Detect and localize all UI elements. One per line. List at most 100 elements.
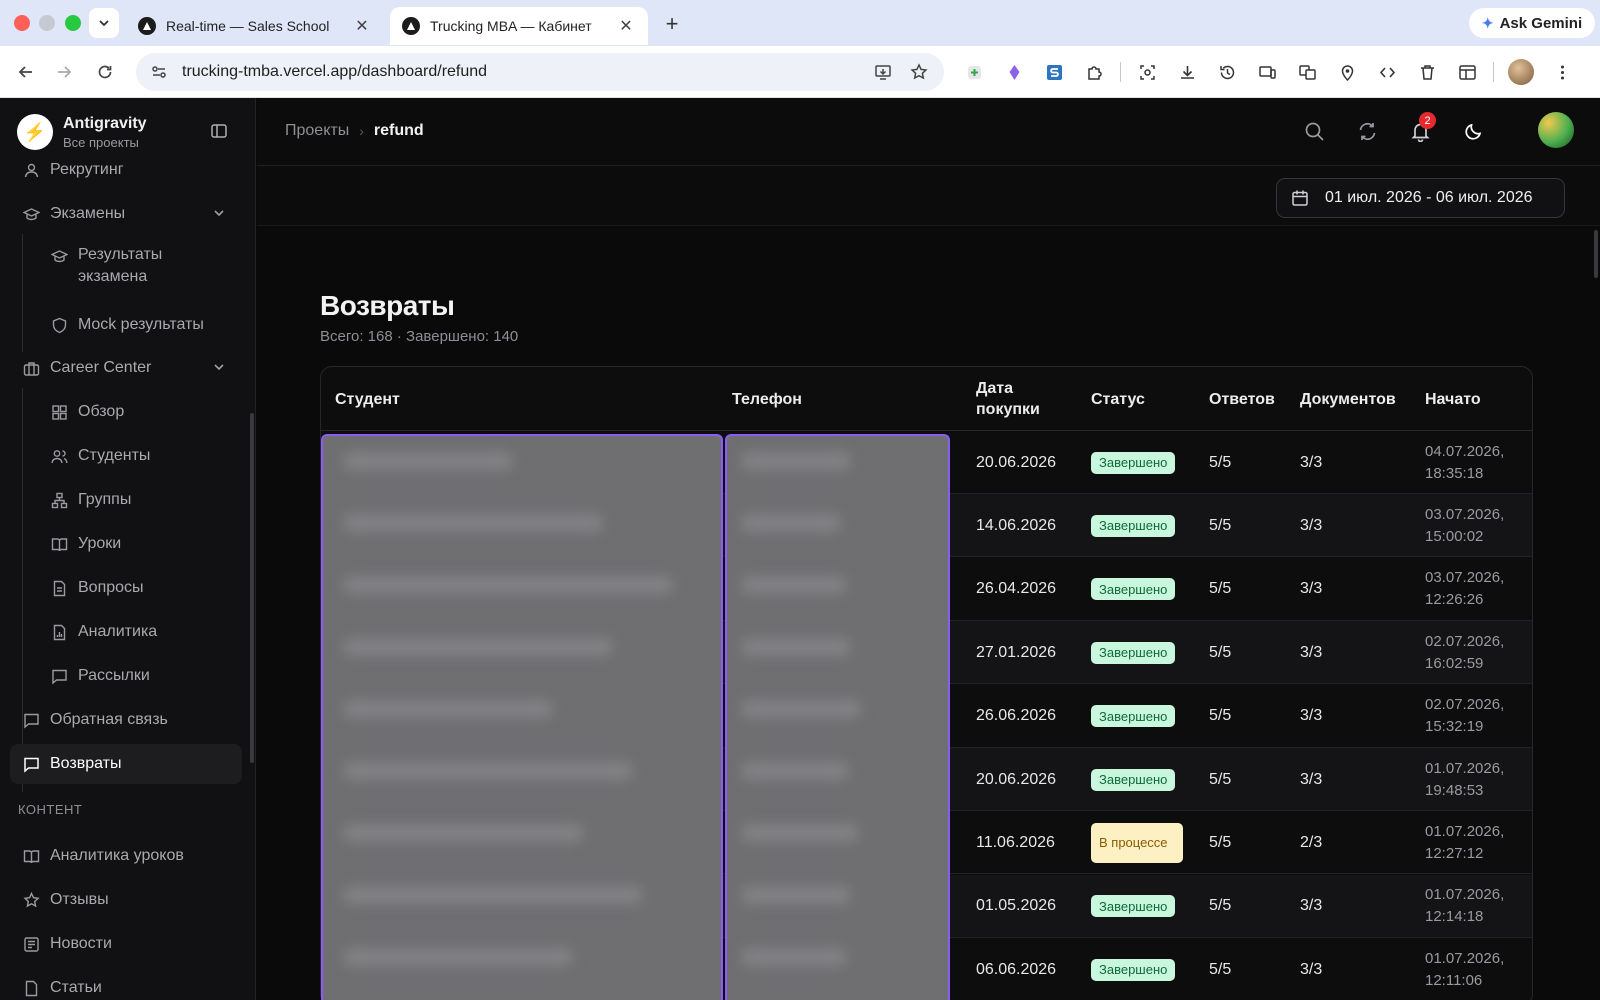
- tab-close-button[interactable]: ✕: [352, 16, 372, 36]
- sidebar-item-mock-results[interactable]: Mock результаты: [38, 305, 242, 345]
- sidebar-scrollbar[interactable]: [250, 413, 254, 763]
- side-panel-icon[interactable]: [1455, 60, 1479, 84]
- section-label-content: КОНТЕНТ: [18, 802, 83, 817]
- location-pin-icon[interactable]: [1335, 60, 1359, 84]
- sidebar-toggle-button[interactable]: [210, 122, 230, 142]
- sidebar-item-groups[interactable]: Группы: [38, 480, 242, 520]
- date-range-picker[interactable]: 01 июл. 2026 - 06 июл. 2026: [1276, 178, 1565, 218]
- sidebar-item-students[interactable]: Студенты: [38, 436, 242, 476]
- main-scrollbar[interactable]: [1594, 230, 1598, 278]
- breadcrumb-current: refund: [373, 122, 424, 139]
- minimize-window-button[interactable]: [39, 15, 55, 31]
- sidebar-item-feedback[interactable]: Обратная связь: [10, 700, 242, 740]
- documents-cell: 3/3: [1300, 770, 1323, 788]
- site-settings-icon[interactable]: [150, 63, 168, 81]
- started-date: 02.07.2026,: [1425, 632, 1505, 650]
- screenshot-icon[interactable]: [1135, 60, 1159, 84]
- sidebar-item-lesson-analytics[interactable]: Аналитика уроков: [10, 836, 242, 876]
- newspaper-icon: [22, 935, 40, 953]
- book-icon: [50, 535, 68, 553]
- answers-cell: 5/5: [1209, 707, 1232, 725]
- sidebar-item-mailings[interactable]: Рассылки: [38, 656, 242, 696]
- column-header-status[interactable]: Статус: [1091, 367, 1145, 431]
- extension-crystal-icon[interactable]: [1002, 60, 1026, 84]
- started-cell: 03.07.2026, 12:26:26: [1425, 558, 1532, 621]
- sidebar-item-recruiting[interactable]: Рекрутинг: [10, 150, 242, 190]
- column-header-student[interactable]: Студент: [335, 367, 400, 431]
- code-icon[interactable]: [1375, 60, 1399, 84]
- toolbar-divider: [1493, 62, 1494, 82]
- new-tab-button[interactable]: +: [660, 11, 684, 37]
- back-button[interactable]: [14, 60, 38, 84]
- browser-profile-avatar[interactable]: [1508, 59, 1534, 85]
- sidebar-item-news[interactable]: Новости: [10, 924, 242, 964]
- breadcrumb: Проекты › refund: [285, 122, 424, 140]
- trash-icon[interactable]: [1415, 60, 1439, 84]
- tab-trucking-mba[interactable]: Trucking MBA — Кабинет ✕: [390, 7, 648, 45]
- filter-bar: 01 июл. 2026 - 06 июл. 2026: [257, 166, 1600, 226]
- tab-close-button[interactable]: ✕: [616, 16, 636, 36]
- brand-subtitle: Все проекты: [63, 134, 139, 150]
- user-avatar[interactable]: [1538, 112, 1574, 148]
- ask-gemini-button[interactable]: ✦ Ask Gemini: [1469, 8, 1595, 38]
- answers-cell: 5/5: [1209, 770, 1232, 788]
- breadcrumb-separator: ›: [359, 123, 364, 139]
- column-header-phone[interactable]: Телефон: [732, 367, 802, 431]
- sidebar-item-career-center[interactable]: Career Center: [10, 348, 242, 388]
- started-date: 03.07.2026,: [1425, 505, 1505, 523]
- tab-sales-school[interactable]: Real-time — Sales School ✕: [126, 7, 384, 45]
- column-header-purchase-date[interactable]: Дата покупки: [976, 367, 1066, 431]
- sidebar-item-articles[interactable]: Статьи: [10, 968, 242, 1000]
- sidebar-item-questions[interactable]: Вопросы: [38, 568, 242, 608]
- address-bar[interactable]: trucking-tmba.vercel.app/dashboard/refun…: [136, 53, 944, 91]
- sidebar-item-exam-results[interactable]: Результаты экзамена: [38, 238, 242, 294]
- extension-plus-icon[interactable]: [962, 60, 986, 84]
- search-button[interactable]: [1301, 118, 1327, 144]
- column-header-documents[interactable]: Документов: [1300, 367, 1396, 431]
- toolbar-divider: [1120, 62, 1121, 82]
- download-icon[interactable]: [1175, 60, 1199, 84]
- devices-icon[interactable]: [1255, 60, 1279, 84]
- started-cell: 01.07.2026, 12:11:06: [1425, 938, 1532, 1000]
- purchase-date-cell: 14.06.2026: [976, 516, 1057, 534]
- started-time: 12:27:12: [1425, 844, 1484, 862]
- status-cell: Завершено: [1091, 494, 1176, 557]
- breadcrumb-projects-link[interactable]: Проекты: [285, 122, 349, 140]
- documents-cell: 3/3: [1300, 643, 1323, 661]
- tab-title: Real-time — Sales School: [166, 18, 330, 34]
- documents-cell: 3/3: [1300, 453, 1323, 471]
- column-header-started[interactable]: Начато: [1425, 367, 1481, 431]
- maximize-window-button[interactable]: [65, 15, 81, 31]
- sidebar-item-exams[interactable]: Экзамены: [10, 194, 242, 234]
- notifications-button[interactable]: 2: [1407, 112, 1436, 144]
- answers-cell: 5/5: [1209, 516, 1232, 534]
- translate-icon[interactable]: [1295, 60, 1319, 84]
- sidebar-item-refunds[interactable]: Возвраты: [10, 744, 242, 784]
- project-switcher[interactable]: ⚡ Antigravity Все проекты: [17, 114, 147, 150]
- calendar-icon: [1291, 189, 1309, 207]
- status-cell: Завершено: [1091, 621, 1176, 684]
- sidebar-item-reviews[interactable]: Отзывы: [10, 880, 242, 920]
- sidebar-item-lessons[interactable]: Уроки: [38, 524, 242, 564]
- chevron-down-icon: [212, 206, 228, 222]
- sidebar-item-analytics[interactable]: Аналитика: [38, 612, 242, 652]
- theme-toggle-button[interactable]: [1460, 118, 1486, 144]
- sidebar-item-label: Career Center: [50, 359, 152, 376]
- documents-cell: 3/3: [1300, 516, 1323, 534]
- column-header-answers[interactable]: Ответов: [1209, 367, 1275, 431]
- more-menu-icon[interactable]: [1550, 60, 1574, 84]
- sidebar-item-overview[interactable]: Обзор: [38, 392, 242, 432]
- close-window-button[interactable]: [14, 15, 30, 31]
- refresh-icon: [1359, 122, 1375, 140]
- bookmark-star-icon[interactable]: [908, 61, 930, 83]
- install-app-icon[interactable]: [872, 61, 894, 83]
- reload-button[interactable]: [93, 60, 117, 84]
- sidebar-item-label: Студенты: [78, 447, 151, 464]
- tab-search-button[interactable]: [89, 8, 119, 38]
- extensions-puzzle-icon[interactable]: [1082, 60, 1106, 84]
- history-icon[interactable]: [1215, 60, 1239, 84]
- forward-button[interactable]: [52, 60, 76, 84]
- extension-s-icon[interactable]: [1042, 60, 1066, 84]
- tab-title: Trucking MBA — Кабинет: [430, 18, 592, 34]
- refresh-button[interactable]: [1354, 118, 1380, 144]
